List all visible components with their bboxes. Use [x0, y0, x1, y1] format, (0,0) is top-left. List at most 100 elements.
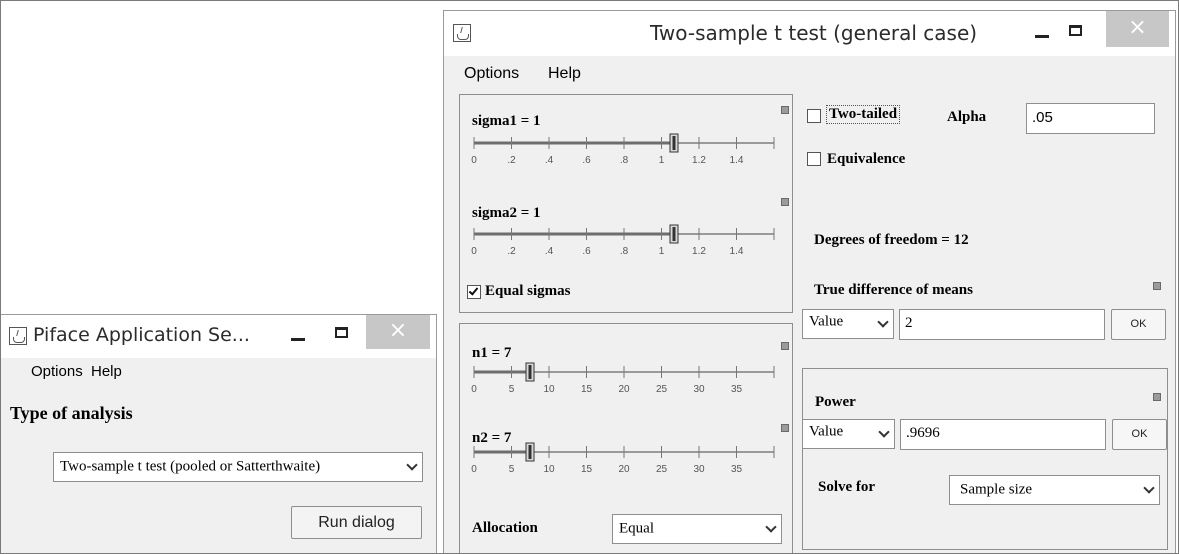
slider-tick-label: 5 [509, 464, 515, 475]
menu-help[interactable]: Help [548, 65, 581, 83]
sigma2-slider[interactable]: 0 .2 .4 .6 .8 1 1.2 1.4 [471, 224, 775, 262]
menu-options[interactable]: Options [31, 363, 83, 380]
maximize-icon[interactable] [335, 327, 348, 338]
ttest-title: Two-sample t test (general case) [650, 21, 978, 45]
slider-tick-label: 35 [731, 384, 743, 395]
n2-slider[interactable]: 0 5 10 15 20 25 30 35 [471, 442, 775, 480]
alpha-input[interactable]: .05 [1026, 103, 1155, 134]
java-app-icon [453, 24, 471, 42]
slider-tick-label: 10 [543, 384, 555, 395]
slider-tick-label: 1 [659, 246, 665, 257]
true-difference-ok-button[interactable]: OK [1111, 309, 1166, 340]
slider-tick-label: 20 [618, 464, 630, 475]
power-ok-button[interactable]: OK [1112, 419, 1167, 450]
panel-corner-icon [781, 198, 789, 206]
solve-for-value: Sample size [960, 481, 1033, 498]
sigma-panel: sigma1 = 1 0.2.4.6.8 1 1.2 1.4 sigma2 = 1 0… [459, 94, 793, 313]
close-icon: × [388, 318, 408, 343]
slider-tick-label: 25 [656, 384, 668, 395]
two-tailed-checkbox[interactable] [807, 109, 821, 123]
slider-tick-label: 30 [693, 464, 705, 475]
slider-tick-label: 15 [581, 464, 593, 475]
slider-tick-label: 1.2 [692, 246, 706, 257]
true-difference-mode-select[interactable]: Value [802, 309, 894, 339]
slider-tick-label: 1 [659, 155, 665, 166]
chevron-down-icon [877, 316, 889, 328]
panel-corner-icon [781, 424, 789, 432]
slider-tick-label: 15 [581, 384, 593, 395]
piface-window: Piface Application Se... × Options Help … [0, 314, 437, 554]
panel-corner-icon [781, 106, 789, 114]
ttest-window: Two-sample t test (general case) × Optio… [443, 10, 1176, 554]
piface-menubar: Options Help [1, 358, 436, 386]
n1-slider[interactable]: 0 5 10 15 20 25 30 35 [471, 362, 775, 400]
java-app-icon [9, 327, 27, 345]
minimize-icon[interactable] [1035, 35, 1049, 38]
power-mode-select[interactable]: Value [802, 419, 895, 449]
slider-tick-label: 0 [471, 384, 477, 395]
panel-corner-icon [1153, 393, 1161, 401]
slider-tick-label: 1.4 [730, 246, 744, 257]
solve-for-select[interactable]: Sample size [949, 475, 1160, 505]
run-dialog-button[interactable]: Run dialog [291, 506, 422, 539]
check-icon [468, 285, 479, 296]
equal-sigmas-checkbox[interactable] [467, 285, 481, 299]
chevron-down-icon [1143, 482, 1155, 494]
slider-tick-label: 20 [618, 384, 630, 395]
power-mode-value: Value [809, 423, 844, 440]
maximize-icon[interactable] [1069, 25, 1082, 36]
allocation-select[interactable]: Equal [612, 514, 782, 544]
sigma1-slider[interactable]: 0 .2 .4 .6 .8 1 1.2 1.4 [471, 133, 775, 171]
slider-tick-label: 5 [509, 384, 515, 395]
slider-tick-label: 10 [543, 464, 555, 475]
slider-thumb-grip [672, 227, 676, 241]
slider-tick-label: 1.4 [730, 155, 744, 166]
allocation-value: Equal [619, 520, 654, 537]
slider-thumb-grip [672, 136, 676, 150]
minimize-icon[interactable] [291, 338, 305, 341]
true-difference-label: True difference of means [814, 282, 973, 298]
slider-thumb-grip [528, 445, 532, 459]
piface-title: Piface Application Se... [33, 324, 250, 346]
slider-thumb-grip [528, 365, 532, 379]
sigma2-slider-graphic: 0 .2 .4 .6 .8 1 1.2 1.4 [471, 224, 775, 257]
power-label: Power [815, 394, 856, 410]
sigma2-label: sigma2 = 1 [472, 205, 541, 221]
allocation-label: Allocation [472, 520, 538, 536]
equal-sigmas-label: Equal sigmas [485, 283, 571, 299]
panel-corner-icon [781, 342, 789, 350]
n2-slider-graphic: 0 5 10 15 20 25 30 35 [471, 442, 775, 475]
slider-tick-label: .2 [507, 155, 516, 166]
slider-tick-label: .8 [620, 155, 629, 166]
close-button[interactable]: × [366, 315, 430, 349]
ttest-menubar: Options Help [444, 56, 1175, 90]
slider-tick-label: 0 [471, 155, 477, 166]
alpha-label: Alpha [947, 109, 987, 125]
chevron-down-icon [406, 459, 418, 471]
equivalence-checkbox[interactable] [807, 152, 821, 166]
power-input[interactable]: .9696 [900, 419, 1106, 450]
panel-corner-icon [1153, 282, 1161, 290]
slider-tick-label: 0 [471, 246, 477, 257]
slider-tick-label: .6 [582, 155, 591, 166]
true-difference-mode-value: Value [809, 313, 844, 330]
menu-help[interactable]: Help [91, 363, 122, 380]
close-icon: × [1128, 15, 1147, 40]
chevron-down-icon [878, 426, 890, 438]
slider-tick-label: .4 [545, 155, 554, 166]
true-difference-input[interactable]: 2 [899, 309, 1105, 340]
slider-tick-label: 25 [656, 464, 668, 475]
chevron-down-icon [765, 521, 777, 533]
sigma1-slider-graphic: 0 .2 .4 .6 .8 1 1.2 1.4 [471, 133, 775, 166]
menu-options[interactable]: Options [464, 65, 519, 83]
solve-for-label: Solve for [818, 479, 876, 495]
piface-titlebar[interactable]: Piface Application Se... × [1, 315, 436, 358]
slider-tick-label: 1.2 [692, 155, 706, 166]
close-button[interactable]: × [1106, 11, 1169, 47]
analysis-type-select[interactable]: Two-sample t test (pooled or Satterthwai… [53, 452, 423, 482]
ttest-titlebar[interactable]: Two-sample t test (general case) × [444, 11, 1175, 56]
slider-tick-label: .8 [620, 246, 629, 257]
n1-label: n1 = 7 [472, 345, 512, 361]
n1-slider-graphic: 0 5 10 15 20 25 30 35 [471, 362, 775, 395]
slider-tick-label: .6 [582, 246, 591, 257]
